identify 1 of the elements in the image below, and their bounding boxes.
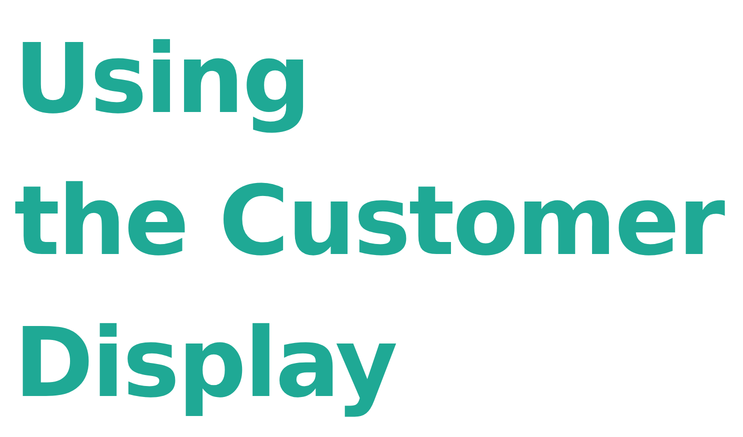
page-title: Using the Customer Display: [14, 22, 724, 421]
